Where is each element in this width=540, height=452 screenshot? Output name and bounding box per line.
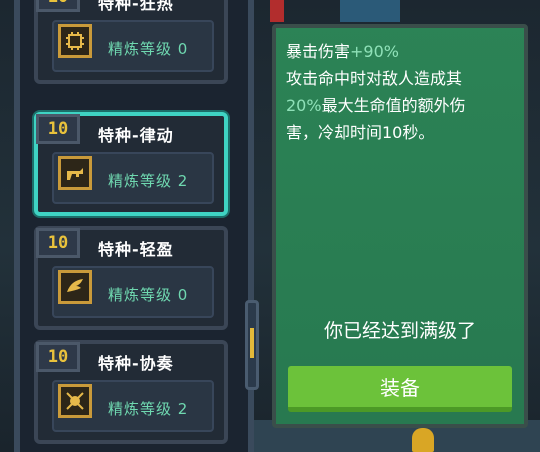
effect-title: 暴击伤害 (286, 42, 351, 61)
description-line: 害，冷却时间10秒。 (286, 123, 435, 142)
effect-percent: 20% (286, 96, 322, 115)
chip-icon (58, 24, 92, 58)
wing-icon (58, 270, 92, 304)
background-item (412, 428, 434, 452)
max-level-message: 你已经达到满级了 (323, 320, 476, 342)
chip-card[interactable]: 10 特种-轻盈 精炼等级 0 (34, 226, 228, 330)
level-badge: 10 (36, 228, 80, 258)
effect-bonus: +90% (350, 42, 399, 61)
equip-button[interactable]: 装备 (288, 366, 512, 412)
chip-description: 暴击伤害+90% 攻击命中时对敌人造成其 20%最大生命值的额外伤 害，冷却时间… (286, 38, 518, 146)
refine-level: 精炼等级 2 (108, 400, 189, 418)
chip-name: 特种-狂热 (98, 0, 174, 13)
description-line: 最大生命值的额外伤 (321, 96, 466, 115)
refine-level: 精炼等级 2 (108, 172, 189, 190)
gun-icon (58, 156, 92, 190)
refine-level: 精炼等级 0 (108, 40, 189, 58)
level-badge: 10 (36, 0, 80, 12)
description-line: 攻击命中时对敌人造成其 (286, 69, 463, 88)
chip-card[interactable]: 10 特种-协奏 精炼等级 2 (34, 340, 228, 444)
chip-name: 特种-律动 (98, 126, 174, 145)
chip-name: 特种-协奏 (98, 354, 174, 373)
refine-level: 精炼等级 0 (108, 286, 189, 304)
chip-detail-panel: 暴击伤害+90% 攻击命中时对敌人造成其 20%最大生命值的额外伤 害，冷却时间… (272, 24, 528, 428)
level-badge: 10 (36, 342, 80, 372)
chip-name: 特种-轻盈 (98, 240, 174, 259)
chip-card-selected[interactable]: 10 特种-律动 精炼等级 2 (34, 112, 228, 216)
chip-card[interactable]: 10 特种-狂热 精炼等级 0 (34, 0, 228, 84)
background-prop (270, 0, 284, 22)
note-icon (58, 384, 92, 418)
level-badge: 10 (36, 114, 80, 144)
scrollbar-thumb[interactable] (250, 328, 254, 358)
background-door (340, 0, 400, 22)
